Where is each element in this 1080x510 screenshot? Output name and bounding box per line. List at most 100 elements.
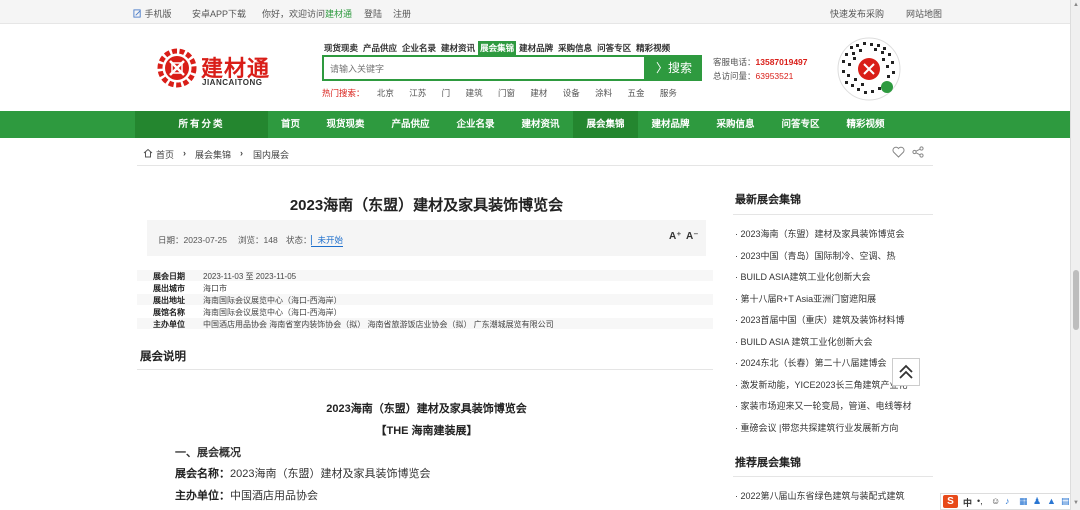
status-label: 状态： — [286, 235, 312, 245]
emoji-icon[interactable]: ☺ — [991, 496, 1000, 506]
home-icon — [143, 148, 153, 158]
page-scrollbar[interactable]: ▲ ▼ — [1070, 0, 1080, 510]
heart-icon[interactable] — [892, 146, 905, 158]
nav-item-brand[interactable]: 建材品牌 — [638, 111, 703, 138]
article-meta-bar: 日期：2023-07-25 浏览：148 状态： ▏未开始 A⁺ A⁻ — [147, 220, 706, 256]
nav-item-video[interactable]: 精彩视频 — [833, 111, 898, 138]
site-name-link[interactable]: 建材通 — [325, 9, 352, 19]
main-nav: 所有分类 首页 现货现卖 产品供应 企业名录 建材资讯 展会集锦 建材品牌 采购… — [0, 111, 1072, 138]
ime-logo[interactable]: S — [943, 495, 958, 508]
sidebar-latest-heading: 最新展会集锦 — [735, 194, 801, 206]
font-decrease-button[interactable]: A⁻ — [686, 231, 699, 242]
list-item[interactable]: · 2022第八届山东省绿色建筑与装配式建筑 — [733, 484, 933, 505]
app-download-link[interactable]: 安卓APP下载 — [192, 7, 246, 20]
keyboard-icon[interactable]: ▦ — [1019, 496, 1028, 507]
hot-search-item[interactable]: 建筑 — [466, 88, 483, 98]
divider — [137, 165, 933, 166]
hot-search-item[interactable]: 建材 — [530, 88, 547, 98]
nav-item-supply[interactable]: 产品供应 — [378, 111, 443, 138]
font-increase-button[interactable]: A⁺ — [669, 231, 682, 242]
scrollbar-thumb[interactable] — [1073, 270, 1079, 330]
breadcrumb: 首页 › 展会集锦 › 国内展会 — [140, 145, 933, 163]
search-tab-news[interactable]: 建材资讯 — [439, 41, 477, 55]
hot-search-item[interactable]: 北京 — [377, 88, 394, 98]
punctuation-icon[interactable]: •, — [977, 496, 983, 506]
logo-mark-icon — [157, 48, 197, 88]
search-tab-video[interactable]: 精彩视频 — [634, 41, 672, 55]
divider — [733, 214, 933, 215]
register-link[interactable]: 注册 — [393, 7, 411, 20]
login-link[interactable]: 登陆 — [364, 7, 382, 20]
search-tab-spot[interactable]: 现货现卖 — [322, 41, 360, 55]
greeting-text: 你好，欢迎访问建材通 — [262, 9, 353, 19]
chevron-right-icon: 〉 — [655, 61, 668, 75]
page-title: 2023海南（东盟）建材及家具装饰博览会 — [289, 197, 564, 214]
hot-search-item[interactable]: 设备 — [563, 88, 580, 98]
nav-item-home[interactable]: 首页 — [268, 111, 313, 138]
hot-search-item[interactable]: 五金 — [628, 88, 645, 98]
list-item[interactable]: · 2023首届中国（重庆）建筑及装饰材料博 — [733, 308, 933, 329]
edit-icon — [133, 9, 141, 18]
breadcrumb-expo[interactable]: 展会集锦 — [195, 148, 231, 161]
quick-purchase-link[interactable]: 快速发布采购 — [830, 7, 884, 20]
breadcrumb-domestic[interactable]: 国内展会 — [253, 148, 289, 161]
content-overview-heading: 一、展会概况 — [175, 447, 241, 459]
nav-item-company[interactable]: 企业名录 — [443, 111, 508, 138]
search-tab-supply[interactable]: 产品供应 — [361, 41, 399, 55]
search-box — [322, 55, 646, 81]
divider — [137, 369, 713, 370]
nav-item-qa[interactable]: 问答专区 — [768, 111, 833, 138]
hot-search-item[interactable]: 涂料 — [595, 88, 612, 98]
list-item[interactable]: · 重磅会议 |带您共探建筑行业发展新方向 — [733, 416, 933, 437]
list-item[interactable]: · 第十八届R+T Asia亚洲门窗遮阳展 — [733, 287, 933, 308]
list-item[interactable]: · 2023海南（东盟）建材及家具装饰博览会 — [733, 222, 933, 243]
sitemap-link[interactable]: 网站地图 — [906, 7, 942, 20]
hot-search-item[interactable]: 门 — [442, 88, 451, 98]
search-button[interactable]: 〉搜索 — [646, 55, 702, 81]
breadcrumb-home[interactable]: 首页 — [156, 148, 174, 161]
search-tab-expo[interactable]: 展会集锦 — [478, 41, 517, 55]
hot-search-item[interactable]: 门窗 — [498, 88, 515, 98]
list-item[interactable]: · 家装市场迎来又一轮变局，管道、电线等材 — [733, 394, 933, 415]
search-tab-purchase[interactable]: 采购信息 — [556, 41, 594, 55]
back-to-top-button[interactable] — [892, 358, 920, 386]
chevron-right-icon: › — [183, 148, 186, 158]
site-logo[interactable]: 建材通 JIANCAITONG — [157, 48, 277, 92]
divider — [733, 476, 933, 477]
hot-search-item[interactable]: 服务 — [660, 88, 677, 98]
chevron-right-icon: › — [240, 148, 243, 158]
microphone-icon[interactable]: ♪ — [1005, 496, 1010, 506]
nav-item-expo[interactable]: 展会集锦 — [573, 111, 638, 138]
scroll-up-icon[interactable]: ▲ — [1073, 2, 1079, 8]
section-heading: 展会说明 — [140, 351, 186, 363]
search-tab-company[interactable]: 企业名录 — [400, 41, 438, 55]
expo-info-table: 展会日期 2023-11-03 至 2023-11-05 展出城市 海口市 展出地址… — [137, 267, 713, 331]
search-input[interactable] — [330, 61, 630, 77]
scroll-down-icon[interactable]: ▼ — [1073, 500, 1079, 506]
nav-item-news[interactable]: 建材资讯 — [508, 111, 573, 138]
table-row: 展出城市 海口市 — [153, 284, 227, 293]
nav-item-spot[interactable]: 现货现卖 — [313, 111, 378, 138]
share-icon[interactable] — [912, 146, 924, 158]
list-item[interactable]: · BUILD ASIA建筑工业化创新大会 — [733, 265, 933, 286]
search-tab-qa[interactable]: 问答专区 — [595, 41, 633, 55]
hot-search-item[interactable]: 江苏 — [409, 88, 426, 98]
list-item[interactable]: · 2023中国（青岛）国际制冷、空调、热 — [733, 244, 933, 265]
qr-code-icon — [837, 37, 901, 101]
ime-lang-toggle[interactable]: 中 — [963, 496, 972, 509]
nav-item-purchase[interactable]: 采购信息 — [703, 111, 768, 138]
content-subtitle: 【THE 海南建装展】 — [375, 425, 478, 437]
mobile-link[interactable]: 手机版 — [133, 7, 172, 20]
contact-info: 客服电话：13587019497 总访问量：63953521 — [713, 57, 808, 81]
content-host: 主办单位：中国酒店用品协会 — [175, 490, 318, 502]
menu-icon[interactable]: ▤ — [1061, 496, 1070, 507]
table-row: 展会日期 2023-11-03 至 2023-11-05 — [137, 270, 713, 281]
toolbox-icon[interactable]: ♟ — [1033, 496, 1041, 507]
logo-text-en: JIANCAITONG — [202, 78, 263, 87]
skin-icon[interactable]: ▲ — [1047, 496, 1056, 506]
list-item[interactable]: · BUILD ASIA 建筑工业化创新大会 — [733, 330, 933, 351]
search-tab-brand[interactable]: 建材品牌 — [517, 41, 555, 55]
all-categories-button[interactable]: 所有分类 — [135, 111, 268, 138]
hot-searches: 热门搜索： 北京 江苏 门 建筑 门窗 建材 设备 涂料 五金 服务 — [322, 87, 690, 99]
article-views: 浏览：148 — [238, 235, 278, 245]
